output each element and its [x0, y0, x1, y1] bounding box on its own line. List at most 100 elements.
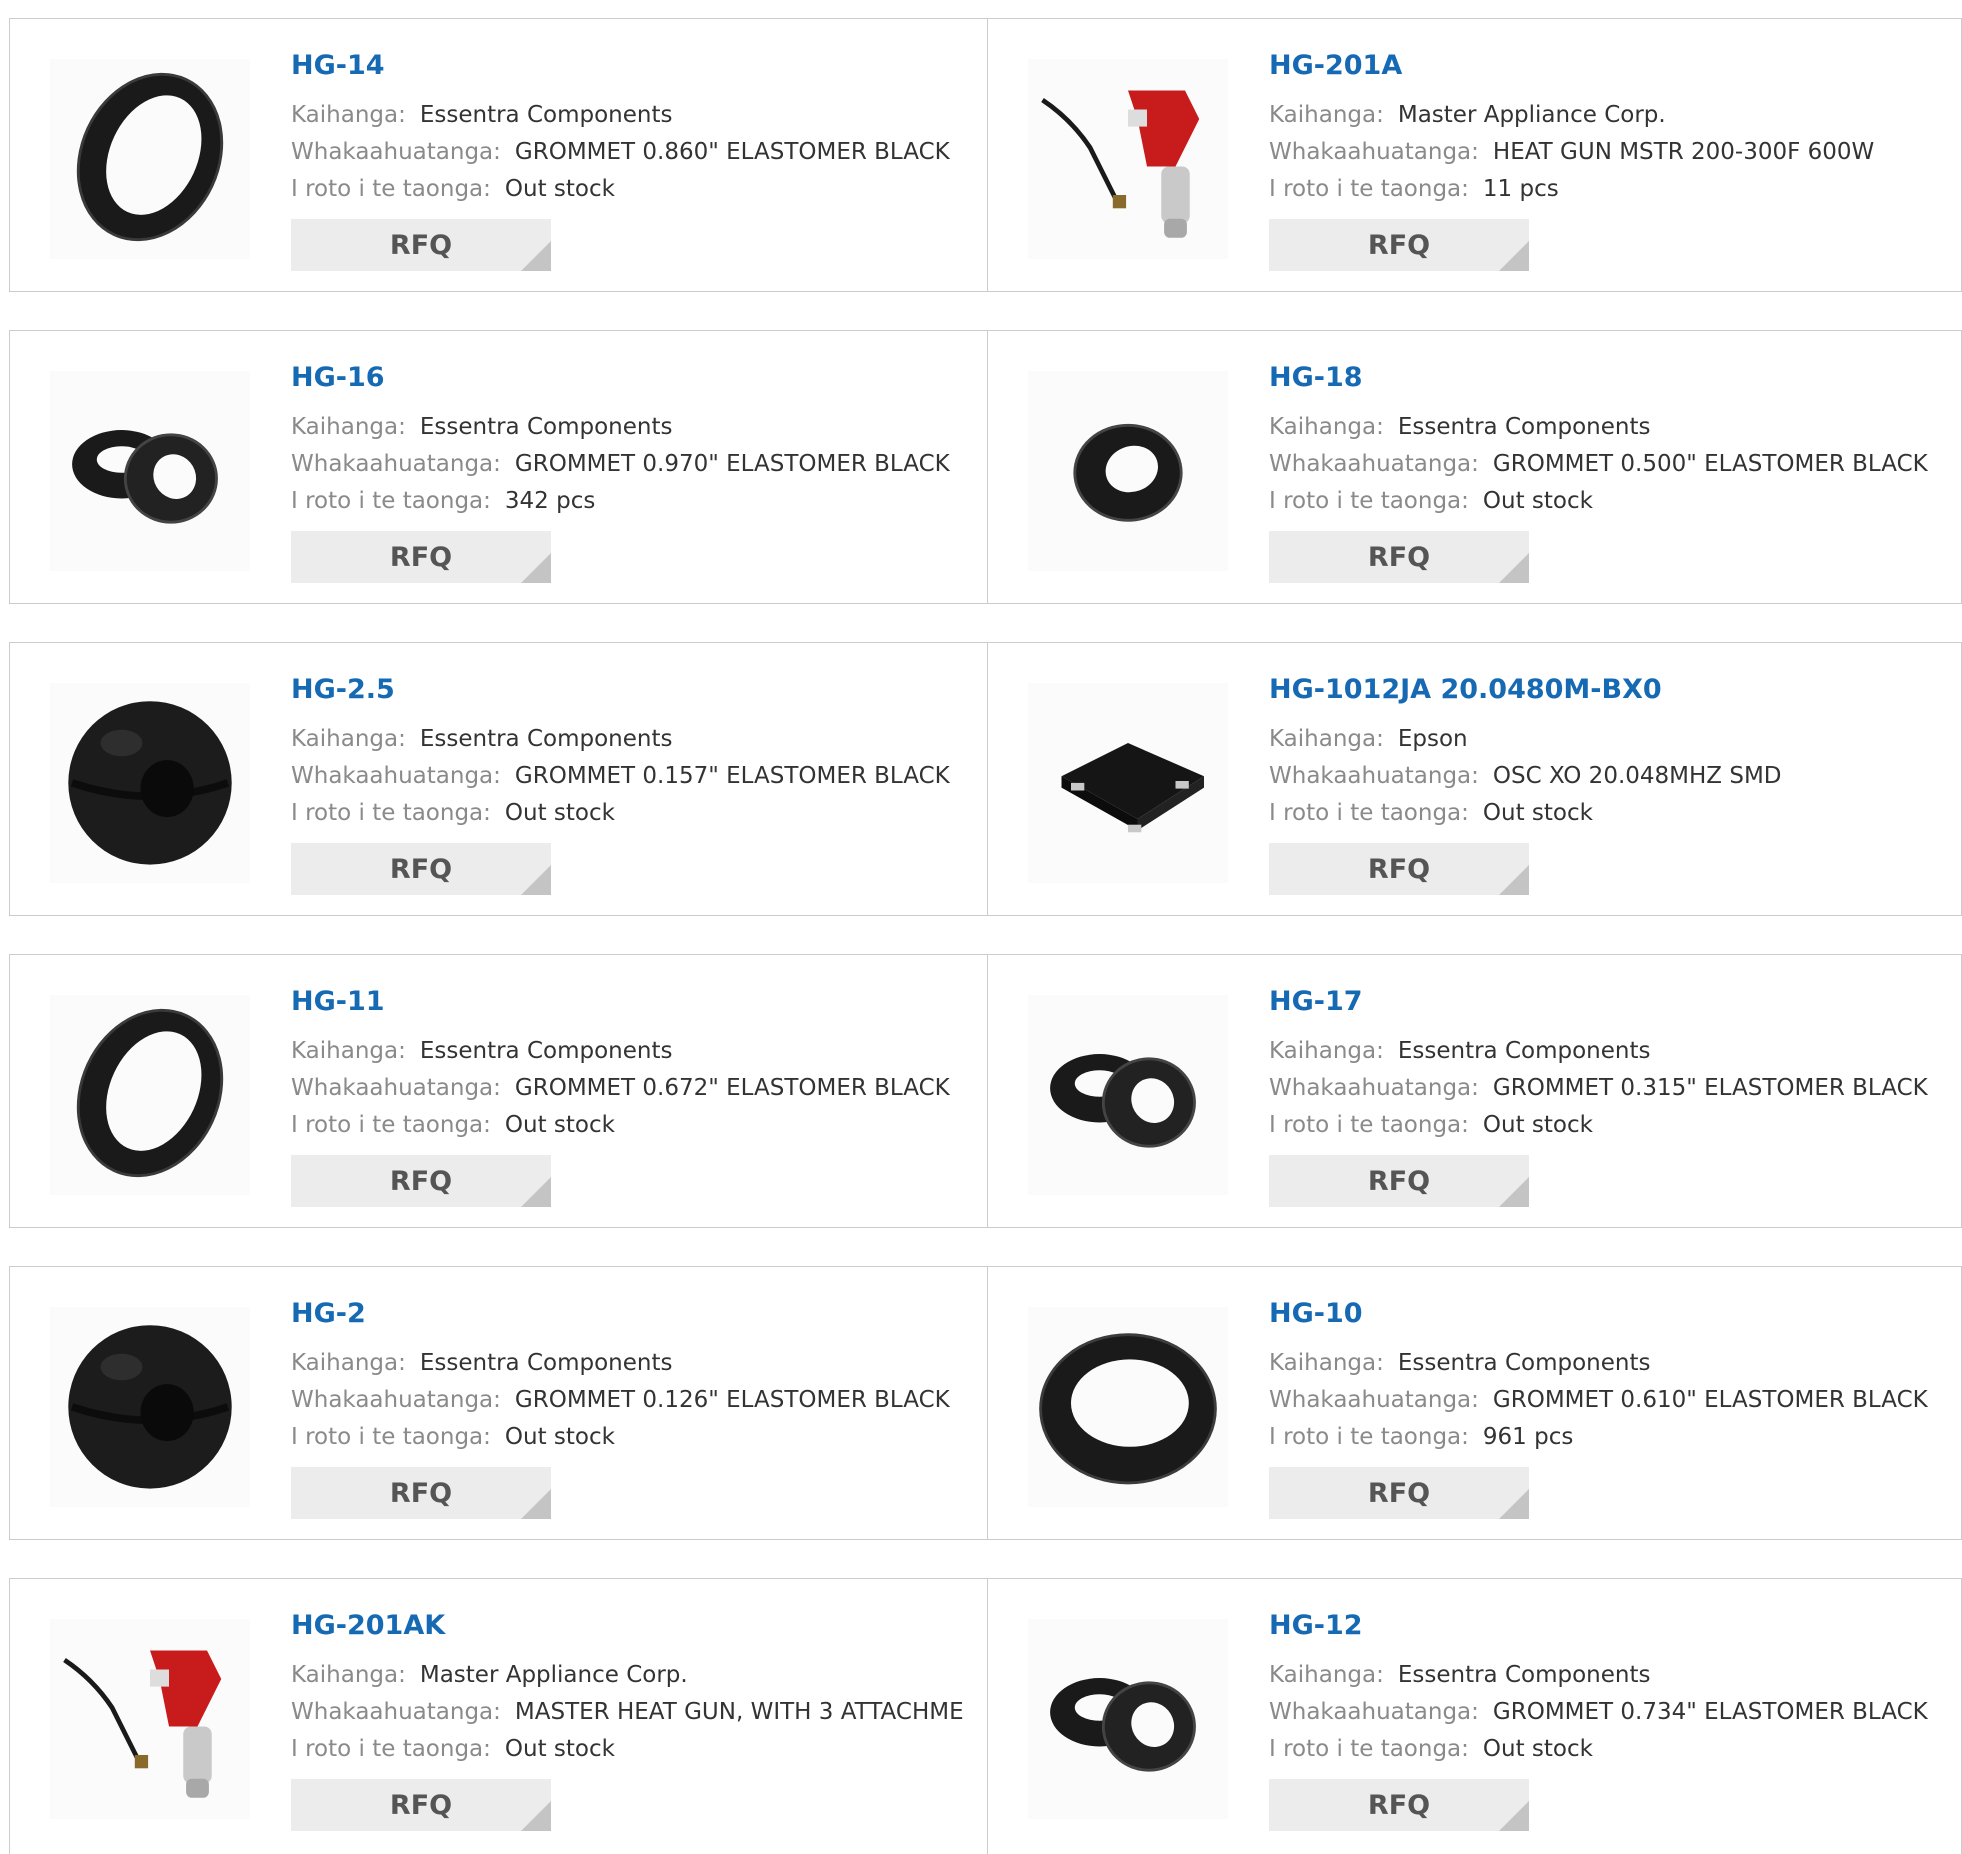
product-image[interactable] — [1028, 371, 1228, 571]
manufacturer-value: Epson — [1397, 726, 1468, 752]
manufacturer-row: Kaihanga: Essentra Components — [1269, 1345, 1949, 1382]
description-row: Whakaahuatanga: GROMMET 0.970" ELASTOMER … — [291, 446, 971, 483]
product-info: HG-18 Kaihanga: Essentra Components Whakaah… — [1269, 361, 1949, 520]
button-corner-fold — [1499, 865, 1529, 895]
manufacturer-label: Kaihanga: — [1269, 1038, 1384, 1064]
manufacturer-row: Kaihanga: Essentra Components — [291, 1033, 971, 1070]
product-card: HG-16 Kaihanga: Essentra Components Whakaah… — [10, 331, 987, 603]
product-row: HG-2.5 Kaihanga: Essentra Components Whakaa… — [9, 642, 1962, 916]
manufacturer-value: Essentra Components — [1397, 414, 1651, 440]
description-value: GROMMET 0.157" ELASTOMER BLACK — [514, 763, 950, 789]
grommet-pair-icon — [1033, 998, 1223, 1192]
manufacturer-row: Kaihanga: Essentra Components — [291, 409, 971, 446]
rfq-button[interactable]: RFQ — [1269, 843, 1529, 895]
product-card: HG-17 Kaihanga: Essentra Components Whakaah… — [988, 955, 1962, 1227]
rfq-button[interactable]: RFQ — [291, 531, 551, 583]
stock-row: I roto i te taonga: Out stock — [291, 171, 971, 208]
button-corner-fold — [1499, 1489, 1529, 1519]
rfq-button[interactable]: RFQ — [1269, 1779, 1529, 1831]
product-info: HG-2 Kaihanga: Essentra Components Whakaahu… — [291, 1297, 971, 1456]
button-corner-fold — [521, 553, 551, 583]
button-corner-fold — [1499, 1177, 1529, 1207]
manufacturer-label: Kaihanga: — [291, 1350, 406, 1376]
description-row: Whakaahuatanga: HEAT GUN MSTR 200-300F 60… — [1269, 134, 1949, 171]
product-grid: HG-14 Kaihanga: Essentra Components Whakaah… — [0, 0, 1962, 1854]
product-part-link[interactable]: HG-16 — [291, 361, 971, 395]
description-row: Whakaahuatanga: GROMMET 0.860" ELASTOMER … — [291, 134, 971, 171]
stock-label: I roto i te taonga: — [291, 488, 491, 514]
product-image[interactable] — [50, 371, 250, 571]
product-part-link[interactable]: HG-18 — [1269, 361, 1949, 395]
product-image[interactable] — [1028, 683, 1228, 883]
stock-row: I roto i te taonga: 342 pcs — [291, 483, 971, 520]
rfq-button[interactable]: RFQ — [1269, 219, 1529, 271]
product-part-link[interactable]: HG-2 — [291, 1297, 971, 1331]
rfq-button[interactable]: RFQ — [291, 1467, 551, 1519]
product-card: HG-12 Kaihanga: Essentra Components Whakaah… — [988, 1579, 1962, 1854]
description-label: Whakaahuatanga: — [1269, 451, 1479, 477]
manufacturer-value: Essentra Components — [419, 726, 673, 752]
description-label: Whakaahuatanga: — [1269, 763, 1479, 789]
stock-value: Out stock — [504, 1112, 615, 1138]
stock-value: Out stock — [504, 1424, 615, 1450]
product-image[interactable] — [1028, 59, 1228, 259]
product-part-link[interactable]: HG-201AK — [291, 1609, 971, 1643]
product-image[interactable] — [1028, 1307, 1228, 1507]
rfq-button[interactable]: RFQ — [291, 843, 551, 895]
manufacturer-value: Essentra Components — [419, 1350, 673, 1376]
product-part-link[interactable]: HG-2.5 — [291, 673, 971, 707]
rfq-button[interactable]: RFQ — [1269, 1155, 1529, 1207]
manufacturer-row: Kaihanga: Master Appliance Corp. — [291, 1657, 971, 1694]
product-part-link[interactable]: HG-14 — [291, 49, 971, 83]
rfq-button[interactable]: RFQ — [291, 1779, 551, 1831]
product-card: HG-10 Kaihanga: Essentra Components Whakaah… — [988, 1267, 1962, 1539]
stock-label: I roto i te taonga: — [291, 1424, 491, 1450]
product-image[interactable] — [1028, 1619, 1228, 1819]
description-value: OSC XO 20.048MHZ SMD — [1492, 763, 1782, 789]
manufacturer-row: Kaihanga: Essentra Components — [1269, 409, 1949, 446]
manufacturer-value: Essentra Components — [1397, 1662, 1651, 1688]
product-part-link[interactable]: HG-17 — [1269, 985, 1949, 1019]
rfq-button[interactable]: RFQ — [291, 1155, 551, 1207]
rfq-button[interactable]: RFQ — [1269, 1467, 1529, 1519]
product-image[interactable] — [1028, 995, 1228, 1195]
button-corner-fold — [521, 1801, 551, 1831]
product-info: HG-1012JA 20.0480M-BX0 Kaihanga: Epson Whak… — [1269, 673, 1949, 832]
product-image[interactable] — [50, 1619, 250, 1819]
product-image[interactable] — [50, 59, 250, 259]
stock-row: I roto i te taonga: Out stock — [291, 1731, 971, 1768]
product-part-link[interactable]: HG-10 — [1269, 1297, 1949, 1331]
rfq-button[interactable]: RFQ — [291, 219, 551, 271]
stock-label: I roto i te taonga: — [291, 176, 491, 202]
product-row: HG-14 Kaihanga: Essentra Components Whakaah… — [9, 18, 1962, 292]
product-image[interactable] — [50, 683, 250, 883]
description-row: Whakaahuatanga: GROMMET 0.157" ELASTOMER … — [291, 758, 971, 795]
product-part-link[interactable]: HG-11 — [291, 985, 971, 1019]
product-part-link[interactable]: HG-12 — [1269, 1609, 1949, 1643]
product-image[interactable] — [50, 1307, 250, 1507]
manufacturer-label: Kaihanga: — [291, 726, 406, 752]
rfq-button[interactable]: RFQ — [1269, 531, 1529, 583]
product-image[interactable] — [50, 995, 250, 1195]
stock-row: I roto i te taonga: Out stock — [291, 1107, 971, 1144]
description-row: Whakaahuatanga: OSC XO 20.048MHZ SMD — [1269, 758, 1949, 795]
stock-value: 342 pcs — [504, 488, 596, 514]
description-row: Whakaahuatanga: GROMMET 0.126" ELASTOMER … — [291, 1382, 971, 1419]
rfq-label: RFQ — [389, 853, 453, 885]
product-part-link[interactable]: HG-1012JA 20.0480M-BX0 — [1269, 673, 1949, 707]
manufacturer-row: Kaihanga: Epson — [1269, 721, 1949, 758]
product-card: HG-18 Kaihanga: Essentra Components Whakaah… — [988, 331, 1962, 603]
manufacturer-label: Kaihanga: — [1269, 414, 1384, 440]
stock-value: 11 pcs — [1482, 176, 1559, 202]
product-info: HG-201A Kaihanga: Master Appliance Corp. Wh… — [1269, 49, 1949, 208]
description-label: Whakaahuatanga: — [1269, 139, 1479, 165]
description-label: Whakaahuatanga: — [1269, 1075, 1479, 1101]
heat-gun-icon — [1033, 62, 1223, 256]
description-row: Whakaahuatanga: GROMMET 0.610" ELASTOMER … — [1269, 1382, 1949, 1419]
description-value: GROMMET 0.500" ELASTOMER BLACK — [1492, 451, 1928, 477]
product-part-link[interactable]: HG-201A — [1269, 49, 1949, 83]
manufacturer-label: Kaihanga: — [1269, 1662, 1384, 1688]
product-info: HG-11 Kaihanga: Essentra Components Whakaah… — [291, 985, 971, 1144]
grommet-small-icon — [1033, 374, 1223, 568]
stock-row: I roto i te taonga: Out stock — [291, 1419, 971, 1456]
